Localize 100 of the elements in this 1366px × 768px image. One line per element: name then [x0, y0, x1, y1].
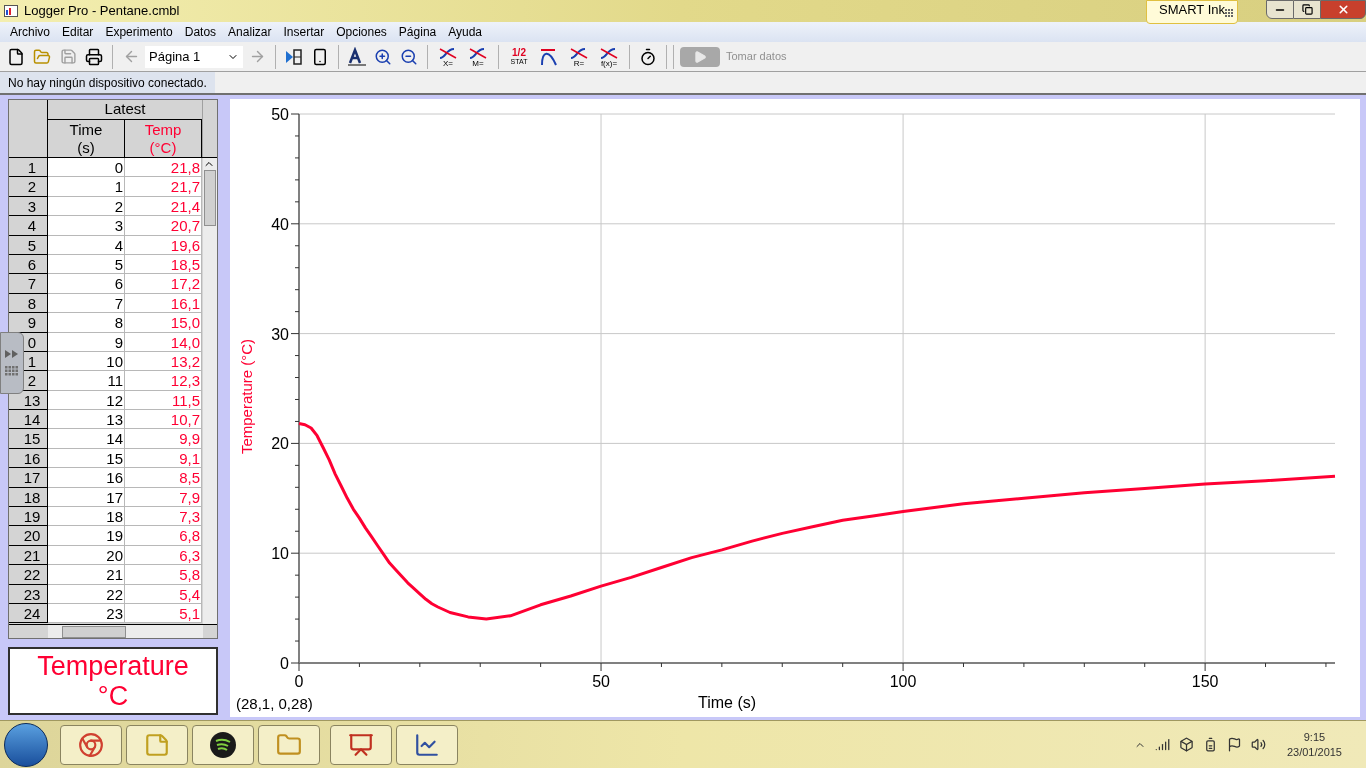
table-cell: 17: [48, 487, 125, 508]
row-number: 17: [9, 468, 48, 488]
chart-icon: [414, 731, 440, 758]
y-tick-label: 20: [271, 435, 289, 453]
row-number: 4: [9, 216, 48, 236]
table-cell: 9,9: [125, 429, 202, 449]
analysis-tool-button[interactable]: f(x)=: [595, 42, 623, 71]
start-button[interactable]: [4, 722, 48, 767]
row-number: 7: [9, 274, 48, 294]
x-axis-label: Time (s): [697, 694, 757, 711]
table-cell: 7,9: [125, 487, 202, 508]
table-cell: 7,3: [125, 507, 202, 527]
y-tick-label: 30: [271, 325, 289, 343]
restore-icon: [1301, 4, 1313, 15]
taskbar-app-button[interactable]: [396, 724, 458, 765]
table-cell: 5,4: [125, 584, 202, 604]
table-cell: 2: [48, 196, 125, 217]
row-number: 1: [9, 158, 48, 178]
x-tick-label: 100: [889, 673, 917, 690]
table-cell: 19: [48, 526, 125, 546]
table-cell: 6: [48, 274, 125, 294]
page-select[interactable]: Página 1: [145, 45, 243, 68]
scroll-thumb[interactable]: [62, 625, 126, 638]
table-cell: 21,4: [125, 196, 202, 217]
side-panel-tab[interactable]: [0, 332, 24, 394]
table-cell: 5,1: [125, 604, 202, 624]
meter-unit: °C: [97, 681, 129, 711]
scroll-thumb[interactable]: [204, 170, 216, 226]
table-cell: 15,0: [125, 313, 202, 333]
table-cell: 14: [48, 429, 125, 449]
volume-icon[interactable]: [1250, 737, 1266, 752]
table-cell: 13: [48, 410, 125, 430]
app-icon: [4, 5, 18, 17]
menu-item[interactable]: Página: [392, 23, 443, 41]
tangent-icon: [539, 46, 559, 67]
row-number: 22: [9, 565, 48, 585]
column-header: Time (s): [48, 120, 125, 157]
play-icon: [680, 46, 720, 67]
row-number: 15: [9, 429, 48, 449]
restore-button[interactable]: [1294, 0, 1320, 19]
taskbar-app-button[interactable]: [192, 724, 254, 765]
row-number: 20: [9, 526, 48, 546]
menu-item[interactable]: Archivo: [4, 23, 56, 41]
horizontal-scrollbar[interactable]: [48, 625, 203, 638]
table-cell: 15: [48, 448, 125, 469]
table-cell: 3: [48, 216, 125, 236]
menu-item[interactable]: Editar: [56, 23, 100, 41]
row-number: 19: [9, 507, 48, 527]
connection-status: No hay ningún dispositivo conectado.: [0, 72, 215, 93]
curve-fit-icon: [438, 45, 458, 60]
y-axis-label: Temperature (°C): [238, 338, 255, 455]
table-cell: 21: [48, 565, 125, 585]
row-number: 14: [9, 410, 48, 430]
column-header: Temp (°C): [125, 120, 202, 157]
row-number: 2: [9, 177, 48, 197]
menu-item[interactable]: Datos: [178, 23, 223, 41]
table-cell: 5,8: [125, 565, 202, 585]
grip-icon: [5, 366, 19, 376]
table-cell: 20: [48, 545, 125, 566]
menu-item[interactable]: Opciones: [330, 23, 393, 41]
table-cell: 14,0: [125, 332, 202, 352]
table-cell: 5: [48, 254, 125, 275]
table-cell: 8,5: [125, 468, 202, 488]
x-tick-label: 150: [1191, 673, 1219, 690]
menu-item[interactable]: Analizar: [222, 23, 278, 41]
meter-label: Temperature: [37, 651, 189, 681]
analysis-tool-button[interactable]: M=: [464, 42, 492, 71]
menu-item[interactable]: Insertar: [277, 23, 331, 41]
clock[interactable]: 9:15 23/01/2015: [1278, 729, 1350, 760]
table-cell: 7: [48, 293, 125, 314]
curve-fit-icon: [599, 45, 619, 60]
curve-fit-icon: [468, 45, 488, 60]
y-tick-label: 50: [271, 106, 289, 123]
signal-icon[interactable]: [1154, 737, 1170, 752]
vertical-scrollbar[interactable]: [203, 158, 217, 624]
smart-ink-toolbar[interactable]: SMART Ink: [1146, 0, 1238, 24]
cursor-coordinates: (28,1, 0,28): [236, 695, 313, 712]
curve-fit-icon: [569, 45, 589, 60]
action-center-flag-icon[interactable]: [1226, 737, 1242, 752]
table-cell: 6,3: [125, 545, 202, 566]
menu-item[interactable]: Experimento: [99, 23, 179, 41]
table-cell: 18,5: [125, 254, 202, 275]
expand-arrows-icon: [5, 350, 19, 358]
table-cell: 9,1: [125, 448, 202, 469]
table-cell: 12,3: [125, 371, 202, 391]
minimize-button[interactable]: [1266, 0, 1294, 19]
table-cell: 20,7: [125, 216, 202, 236]
analysis-tool-button[interactable]: R=: [565, 42, 593, 71]
window-title: Logger Pro - Pentane.cmbl: [24, 2, 180, 21]
menu-item[interactable]: Ayuda: [442, 23, 489, 41]
column-group-header: Latest: [48, 100, 202, 120]
analysis-tool-button[interactable]: X=: [434, 42, 462, 71]
table-cell: 16,1: [125, 293, 202, 314]
table-cell: 11: [48, 371, 125, 391]
table-cell: 12: [48, 390, 125, 411]
table-cell: 21,7: [125, 177, 202, 197]
close-icon: [1336, 3, 1350, 16]
table-cell: 23: [48, 604, 125, 624]
presentation-icon: [348, 731, 374, 758]
browser-icon: [78, 731, 104, 758]
